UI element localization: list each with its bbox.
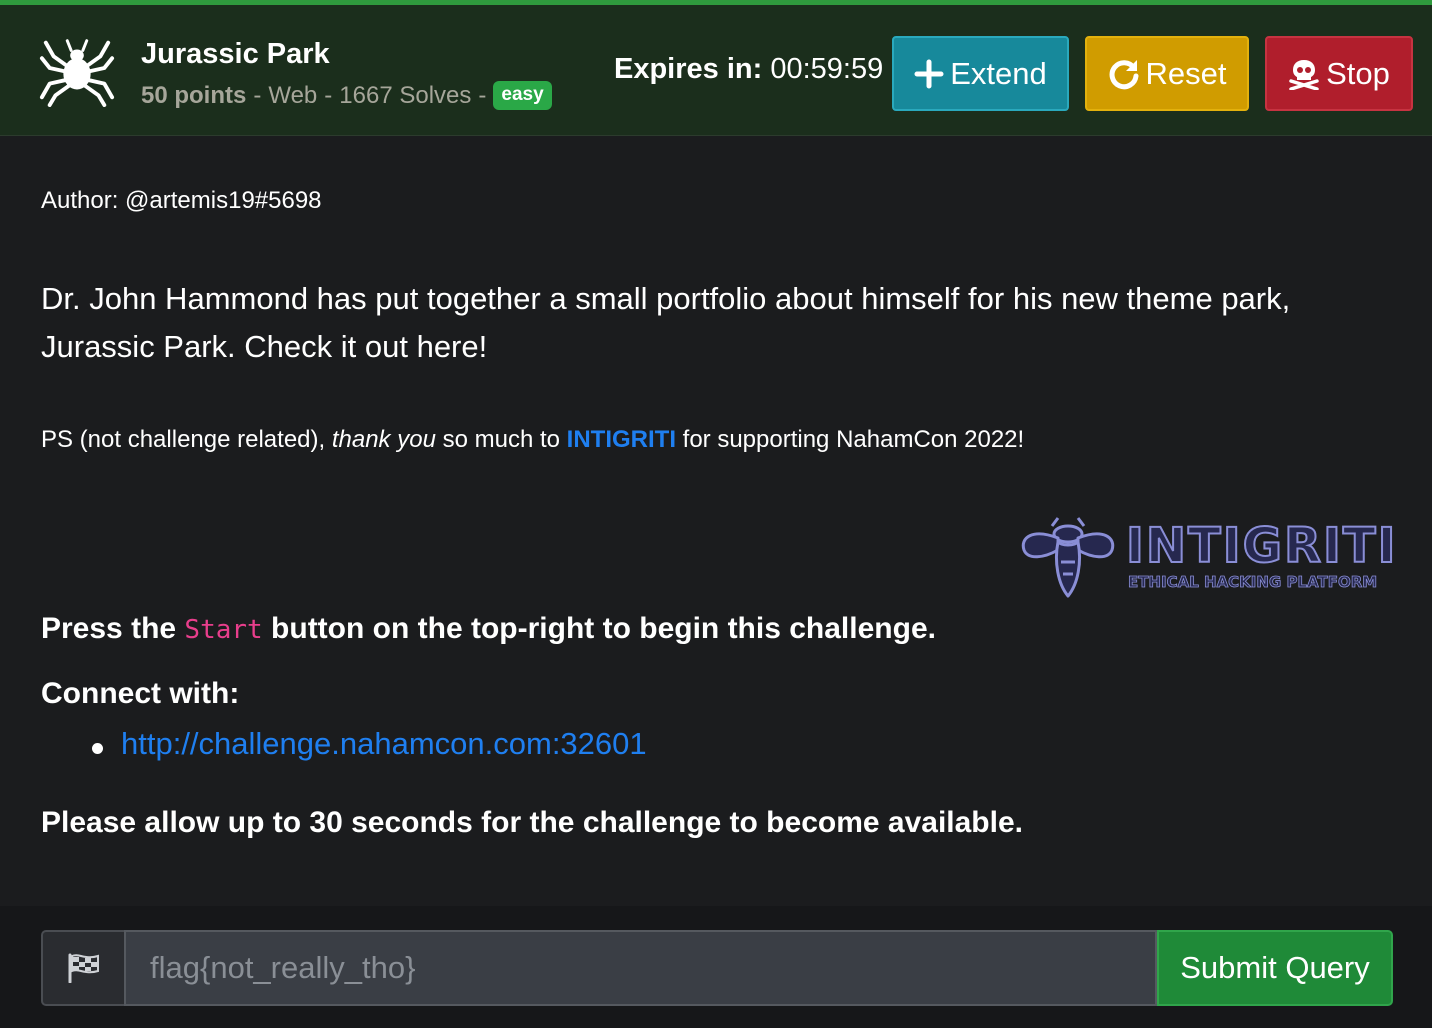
flag-form: Submit Query xyxy=(41,930,1393,1006)
sponsor-note: PS (not challenge related), thank you so… xyxy=(41,426,1024,454)
start-code: Start xyxy=(184,615,263,645)
start-instruction-before: Press the xyxy=(41,612,185,645)
challenge-solves: 1667 Solves xyxy=(339,81,472,109)
skull-crossbones-icon xyxy=(1289,59,1319,90)
sponsor-note-emphasis: thank you xyxy=(331,426,436,453)
reset-label: Reset xyxy=(1145,55,1227,91)
intigriti-wordmark: INTIGRITI xyxy=(1125,517,1398,575)
sponsor-brand: INTIGRITI xyxy=(566,426,676,453)
intigriti-logo-mark xyxy=(1021,517,1115,598)
expires-colon: : xyxy=(752,53,763,85)
meta-separator: - xyxy=(478,81,487,109)
extend-label: Extend xyxy=(950,55,1047,91)
challenge-header: Jurassic Park 50 points - Web - 1667 Sol… xyxy=(0,0,1432,136)
extend-button[interactable]: Extend xyxy=(892,36,1069,111)
spider-icon xyxy=(39,39,115,107)
availability-note: Please allow up to 30 seconds for the ch… xyxy=(41,806,1023,839)
start-instruction-after: button on the top-right to begin this ch… xyxy=(262,612,936,645)
list-item: http://challenge.nahamcon.com:32601 xyxy=(92,726,647,762)
bullet-icon xyxy=(92,743,103,754)
submit-button[interactable]: Submit Query xyxy=(1157,930,1393,1006)
intigriti-logo: INTIGRITI ETHICAL HACKING PLATFORM xyxy=(1018,512,1396,602)
expires-label: Expires in xyxy=(614,53,753,85)
connect-heading: Connect with: xyxy=(41,677,240,710)
expires-timer: Expires in: 00:59:59 xyxy=(614,53,883,86)
redo-icon xyxy=(1109,59,1138,89)
stop-label: Stop xyxy=(1326,55,1390,91)
difficulty-badge: easy xyxy=(493,81,552,110)
expires-value: 00:59:59 xyxy=(770,53,884,85)
sponsor-note-suffix: for supporting NahamCon 2022! xyxy=(675,426,1025,453)
checkered-flag-icon xyxy=(68,953,99,983)
plus-icon xyxy=(914,59,944,88)
sponsor-note-prefix: PS (not challenge related), xyxy=(41,426,332,453)
challenge-connection-link[interactable]: http://challenge.nahamcon.com:32601 xyxy=(121,726,647,761)
meta-separator: - xyxy=(324,81,333,109)
challenge-title: Jurassic Park xyxy=(141,38,330,70)
start-instruction: Press the Start button on the top-right … xyxy=(41,612,936,646)
challenge-points: 50 points xyxy=(141,81,247,109)
challenge-meta: 50 points - Web - 1667 Solves - easy xyxy=(141,81,552,110)
stop-button[interactable]: Stop xyxy=(1265,36,1413,111)
connection-list: http://challenge.nahamcon.com:32601 xyxy=(92,726,647,762)
flag-input[interactable] xyxy=(124,930,1157,1006)
meta-separator: - xyxy=(253,81,262,109)
flag-addon xyxy=(41,930,124,1006)
challenge-author: Author: @artemis19#5698 xyxy=(41,187,322,214)
reset-button[interactable]: Reset xyxy=(1085,36,1249,111)
challenge-category: Web xyxy=(268,81,318,109)
challenge-description: Dr. John Hammond has put together a smal… xyxy=(41,281,1291,364)
sponsor-note-middle: so much to xyxy=(435,426,567,453)
intigriti-tagline: ETHICAL HACKING PLATFORM xyxy=(1128,573,1378,592)
